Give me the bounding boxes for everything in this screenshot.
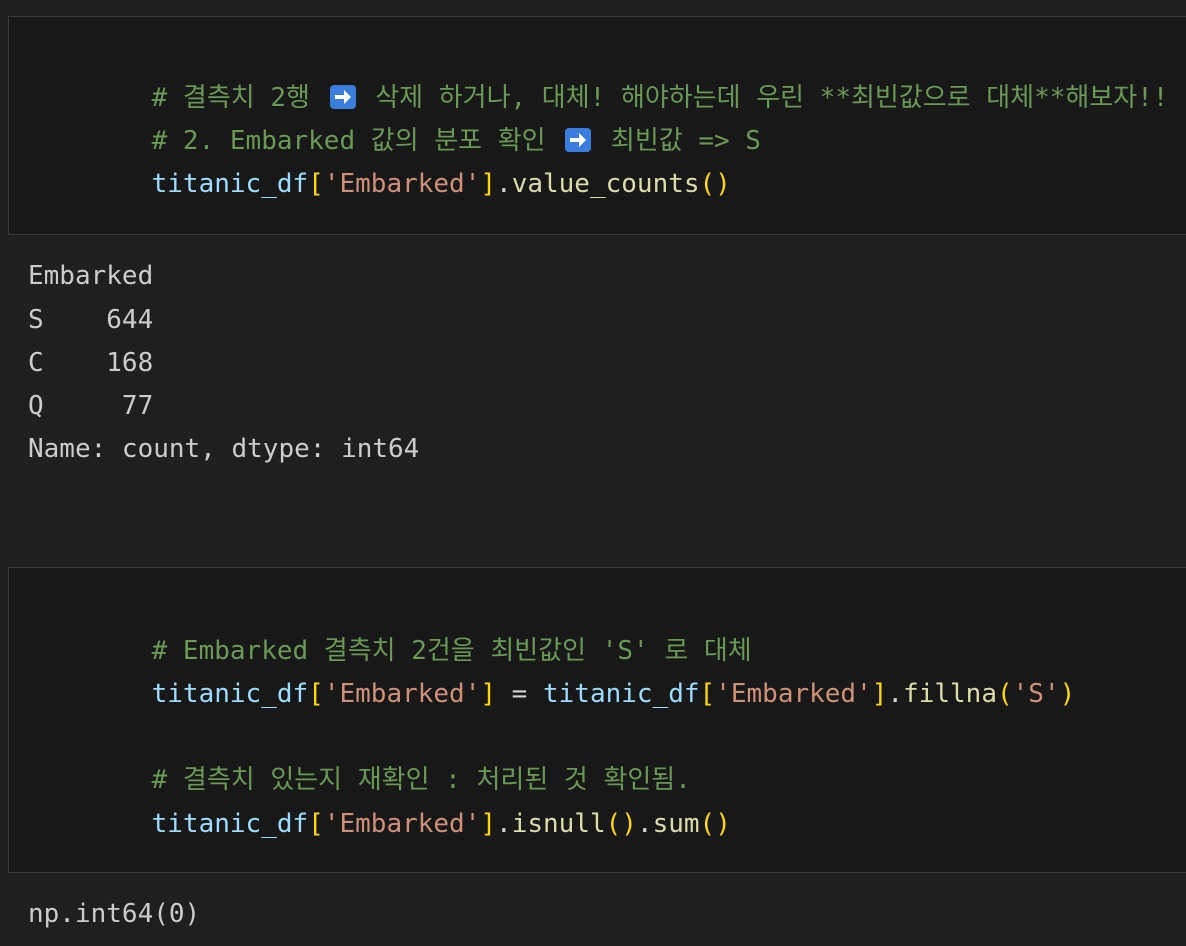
- variable-token: titanic_df: [151, 169, 309, 199]
- code-line-comment-2: # 결측치 있는지 재확인 : 처리된 것 확인됨.: [89, 729, 691, 795]
- bracket-token: [: [699, 679, 716, 709]
- dot-token: .: [496, 169, 512, 199]
- output-result: np.int64(0): [28, 899, 201, 929]
- dot-token: .: [496, 809, 512, 839]
- string-token: 'Embarked': [323, 809, 481, 839]
- code-line-fillna: titanic_df['Embarked'] = titanic_df['Emb…: [89, 643, 1076, 709]
- code-line-isnull-sum: titanic_df['Embarked'].isnull().sum(): [89, 773, 731, 839]
- code-line-value-counts: titanic_df['Embarked'].value_counts(): [89, 133, 731, 199]
- code-cell-1[interactable]: # 결측치 2행 삭제 하거나, 대체! 해야하는데 우린 **최빈값으로 대체…: [8, 16, 1186, 235]
- output-header: Embarked: [28, 261, 154, 291]
- code-cell-2[interactable]: # Embarked 결측치 2건을 최빈값인 'S' 로 대체 titanic…: [8, 567, 1186, 873]
- row-label: S: [28, 305, 44, 335]
- function-token: fillna: [903, 679, 997, 709]
- bracket-token: ]: [871, 679, 888, 709]
- string-token: 'Embarked': [323, 169, 481, 199]
- variable-token: titanic_df: [543, 679, 700, 709]
- variable-token: titanic_df: [151, 809, 309, 839]
- output-row: Q 77: [28, 389, 153, 423]
- function-token: sum: [652, 809, 700, 839]
- variable-token: titanic_df: [151, 679, 309, 709]
- code-line-comment-1: # Embarked 결측치 2건을 최빈값인 'S' 로 대체: [89, 600, 752, 666]
- paren-token: (): [699, 809, 731, 839]
- string-token: 'Embarked': [323, 679, 481, 709]
- function-token: isnull: [511, 809, 606, 839]
- output-row: C 168: [28, 346, 153, 380]
- operator-token: =: [496, 679, 543, 709]
- bracket-token: [: [308, 169, 324, 199]
- dot-token: .: [636, 809, 653, 839]
- function-token: value_counts: [511, 169, 700, 199]
- bracket-token: ]: [480, 169, 497, 199]
- string-token: 'S': [1012, 679, 1060, 709]
- code-line-comment-2: # 2. Embarked 값의 분포 확인 최빈값 => S: [89, 90, 761, 156]
- row-value: 168: [106, 348, 154, 378]
- string-token: 'Embarked': [715, 679, 872, 709]
- output-footer: Name: count, dtype: int64: [28, 434, 420, 464]
- dot-token: .: [887, 679, 904, 709]
- paren-token: (: [996, 679, 1013, 709]
- output-row: S 644: [28, 303, 153, 337]
- paren-token: (): [605, 809, 637, 839]
- paren-token: (): [699, 169, 731, 199]
- row-value: 644: [106, 305, 154, 335]
- row-label: Q: [28, 391, 44, 421]
- row-value: 77: [106, 391, 154, 421]
- row-label: C: [28, 348, 44, 378]
- bracket-token: ]: [480, 679, 497, 709]
- bracket-token: [: [308, 679, 324, 709]
- code-line-comment-1: # 결측치 2행 삭제 하거나, 대체! 해야하는데 우린 **최빈값으로 대체…: [89, 47, 1169, 113]
- paren-token: ): [1059, 679, 1076, 709]
- bracket-token: ]: [480, 809, 497, 839]
- bracket-token: [: [308, 809, 324, 839]
